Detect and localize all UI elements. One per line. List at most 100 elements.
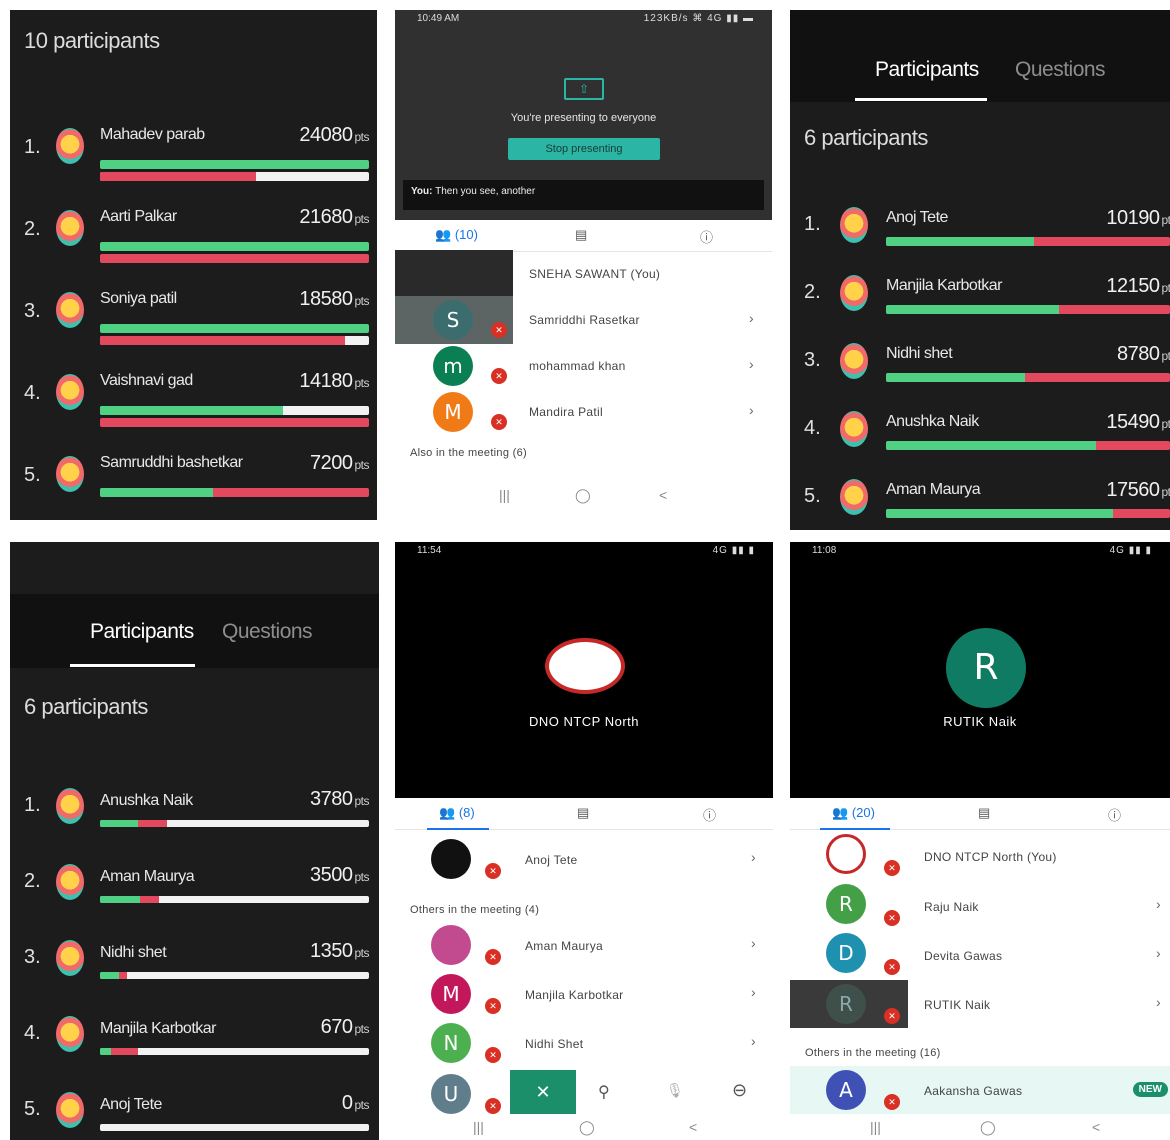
avatar [56,1016,84,1052]
tab-questions[interactable]: Questions [222,620,313,644]
remove-icon[interactable]: ⊖ [732,1080,747,1101]
avatar [826,834,866,874]
list-item[interactable]: U ✕ ✕ ⚲ 🎙 ⊖ [395,1070,773,1114]
home-button[interactable]: ◯ [575,487,591,504]
list-item[interactable]: m ✕ mohammad khan › [395,342,772,390]
leaderboard-tabs: Participants Questions [790,10,1170,102]
chevron-right-icon[interactable]: › [749,356,754,372]
leaderboard-row[interactable]: 1. Anushka Naik 3780 pts [10,768,379,840]
participant-name: Aakansha Gawas [924,1084,1023,1098]
leaderboard-row[interactable]: 1. Mahadev parab 24080 pts [10,110,377,182]
recent-apps-button[interactable]: ||| [473,1119,484,1135]
leaderboard-row[interactable]: 4. Manjila Karbotkar 670 pts [10,996,379,1068]
mic-off-icon: ✕ [485,998,501,1014]
leaderboard-panel-1: 10 participants 1. Mahadev parab 24080 pt… [10,10,377,520]
rank: 5. [24,464,41,486]
chevron-right-icon[interactable]: › [749,402,754,418]
home-button[interactable]: ◯ [980,1119,996,1136]
progress-bar [100,324,369,333]
participant-name: RUTIK Naik [924,998,991,1012]
home-button[interactable]: ◯ [579,1119,595,1136]
list-item[interactable]: R ✕ RUTIK Naik › [790,980,1170,1028]
progress-bar [100,418,369,427]
avatar [431,839,471,879]
chevron-right-icon[interactable]: › [1156,945,1161,961]
chat-icon[interactable]: ▤ [575,227,587,243]
list-item[interactable]: N ✕ Nidhi Shet › [395,1021,773,1069]
status-bar: 11:54 4G ▮▮ ▮ [395,542,773,560]
recent-apps-button[interactable]: ||| [870,1119,881,1135]
rank: 3. [24,300,41,322]
chevron-right-icon[interactable]: › [1156,994,1161,1010]
leaderboard-row[interactable]: 3. Nidhi shet 8780pts [790,331,1170,403]
recent-apps-button[interactable]: ||| [499,487,510,503]
list-item[interactable]: SNEHA SAWANT (You) [395,250,772,296]
rank: 3. [804,349,821,371]
score: 15490pts [1106,411,1170,433]
mic-off-icon: ✕ [884,1008,900,1024]
leaderboard-row[interactable]: 3. Nidhi shet 1350 pts [10,920,379,992]
list-item[interactable]: ✕ Aman Maurya › [395,923,773,971]
chevron-right-icon[interactable]: › [751,935,756,951]
leaderboard-row[interactable]: 2. Manjila Karbotkar 12150pts [790,263,1170,335]
tab-people[interactable]: 👥 (8) [439,805,475,821]
rank: 5. [804,485,821,507]
meet-panel-dno: 11:54 4G ▮▮ ▮ DNO NTCP North 👥 (8) ▤ ⓘ ✕… [395,542,773,1140]
stop-presenting-button[interactable]: Stop presenting [508,138,660,160]
chevron-right-icon[interactable]: › [751,849,756,865]
score: 1350 pts [309,940,369,962]
chat-icon[interactable]: ▤ [577,805,589,821]
avatar: D [826,933,866,973]
leaderboard-row[interactable]: 4. Anushka Naik 15490pts [790,399,1170,471]
progress-bar [100,896,369,903]
leaderboard-row[interactable]: 5. Anoj Tete 0 pts [10,1072,379,1140]
avatar [56,128,84,164]
info-icon[interactable]: ⓘ [700,227,713,246]
pin-icon[interactable]: ⚲ [598,1082,610,1102]
tab-people[interactable]: 👥 (20) [832,805,875,821]
chat-icon[interactable]: ▤ [978,805,990,821]
chevron-right-icon[interactable]: › [1156,896,1161,912]
info-icon[interactable]: ⓘ [703,805,716,824]
back-button[interactable]: < [1092,1119,1100,1135]
progress-bar [100,242,369,251]
tab-questions[interactable]: Questions [1015,58,1106,82]
avatar: R [826,984,866,1024]
chevron-right-icon[interactable]: › [751,1033,756,1049]
leaderboard-row[interactable]: 5. Samruddhi bashetkar 7200 pts [10,438,377,510]
info-icon[interactable]: ⓘ [1108,805,1121,824]
leaderboard-row[interactable]: 2. Aman Maurya 3500 pts [10,844,379,916]
avatar [56,292,84,328]
chevron-right-icon[interactable]: › [751,984,756,1000]
rank: 1. [24,136,41,158]
leaderboard-row[interactable]: 5. Aman Maurya 17560pts [790,467,1170,530]
tab-participants[interactable]: Participants [875,58,979,82]
list-item[interactable]: R ✕ Raju Naik › [790,882,1170,930]
rank: 4. [804,417,821,439]
participant-name: Devita Gawas [924,949,1003,963]
chevron-right-icon[interactable]: › [749,310,754,326]
mute-icon[interactable]: 🎙 [666,1082,684,1099]
list-item[interactable]: A ✕ Aakansha Gawas NEW [790,1066,1170,1114]
participant-name: Aman Maurya [886,481,981,498]
tab-participants[interactable]: Participants [90,620,194,644]
back-button[interactable]: < [689,1119,697,1135]
avatar [56,456,84,492]
tab-people[interactable]: 👥 (10) [435,227,478,243]
close-button[interactable]: ✕ [510,1070,576,1114]
score: 670 pts [320,1016,370,1038]
list-item[interactable]: ✕ Anoj Tete › [395,837,773,885]
leaderboard-row[interactable]: 1. Anoj Tete 10190pts [790,195,1170,267]
list-item[interactable]: ✕ DNO NTCP North (You) [790,832,1170,880]
leaderboard-row[interactable]: 3. Soniya patil 18580 pts [10,274,377,346]
list-item[interactable]: D ✕ Devita Gawas › [790,931,1170,979]
leaderboard-panel-3: Participants Questions 6 participants 1.… [790,10,1170,530]
list-item[interactable]: M ✕ Manjila Karbotkar › [395,972,773,1020]
leaderboard-row[interactable]: 2. Aarti Palkar 21680 pts [10,192,377,264]
list-item[interactable]: M ✕ Mandira Patil › [395,388,772,436]
participants-count-title: 6 participants [804,125,928,150]
leaderboard-row[interactable]: 4. Vaishnavi gad 14180 pts [10,356,377,428]
list-item[interactable]: S ✕ Samriddhi Rasetkar › [395,296,772,344]
back-button[interactable]: < [659,487,667,503]
participant-name: SNEHA SAWANT (You) [529,267,661,281]
